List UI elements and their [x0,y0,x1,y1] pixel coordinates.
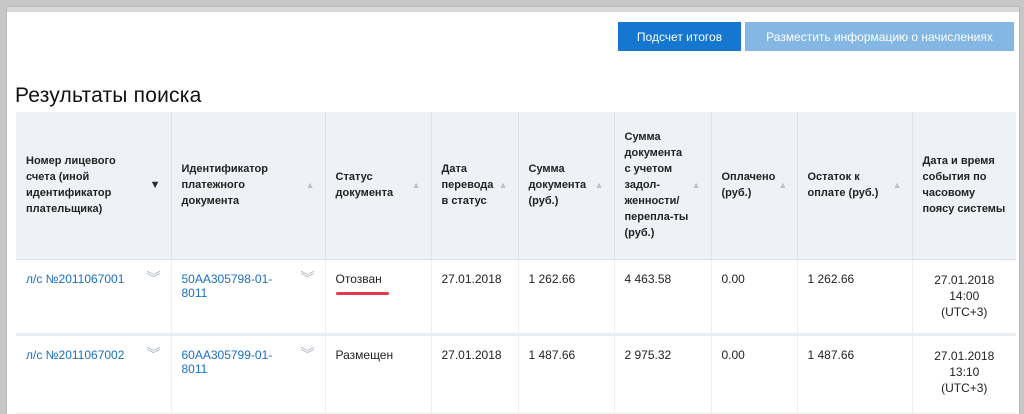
expand-double-chevron-icon[interactable]: ︾ [147,347,161,361]
highlight-underline [335,291,389,295]
column-header-amount-with-debt[interactable]: Сумма документа с учетом задол-женности/… [614,112,712,260]
publish-charges-button[interactable]: Разместить информацию о начислениях [745,22,1014,51]
column-header-label: Оплачено (руб.) [721,171,776,200]
table-row: л/с №2011067002 ︾ 60AA305799-01-8011 ︾ Р… [16,334,1016,414]
doc-id-link[interactable]: 50AA305798-01-8011 [182,272,297,300]
doc-id-link[interactable]: 60AA305799-01-8011 [182,348,297,376]
sort-asc-icon[interactable]: ▲ [893,177,902,193]
column-header-label: Дата и время события по часовому поясу с… [922,155,1006,216]
cell-status-date: 27.01.2018 [431,334,519,414]
event-date: 27.01.2018 [934,272,995,287]
event-time: 14:00 [949,288,980,303]
cell-status: Размещен [325,334,432,414]
status-text-wrap: Отозван [335,271,389,295]
cell-account: л/с №2011067002 ︾ [16,334,172,414]
sort-desc-icon[interactable]: ▼ [150,177,161,193]
cell-remaining: 1 487.66 [797,334,913,414]
calculate-totals-button[interactable]: Подсчет итогов [618,22,741,51]
account-link[interactable]: л/с №2011067002 [26,348,124,362]
cell-account: л/с №2011067001 ︾ [16,259,172,336]
sort-asc-icon[interactable]: ▲ [692,177,701,193]
column-header-event-date: Дата и время события по часовому поясу с… [912,112,1016,260]
cell-paid: 0.00 [711,334,798,414]
account-link[interactable]: л/с №2011067001 [26,272,124,286]
column-header-label: Сумма документа с учетом задол-женности/… [624,131,689,240]
sort-asc-icon[interactable]: ▲ [412,177,421,193]
column-header-label: Остаток к оплате (руб.) [807,171,879,200]
column-header-label: Дата перевода в статус [441,163,494,208]
cell-status-date: 27.01.2018 [431,259,519,336]
expand-double-chevron-icon[interactable]: ︾ [301,271,315,285]
column-header-label: Идентификатор платежного документа [181,163,269,208]
cell-doc-id: 60AA305799-01-8011 ︾ [171,334,326,414]
column-header-label: Статус документа [335,171,394,200]
cell-event-date: 27.01.2018 13:10 (UTC+3) [912,334,1016,414]
column-header-remaining[interactable]: Остаток к оплате (руб.) ▲ [797,112,913,260]
column-header-paid[interactable]: Оплачено (руб.) ▲ [711,112,798,260]
cell-event-date: 27.01.2018 14:00 (UTC+3) [912,259,1016,336]
event-date: 27.01.2018 [934,348,995,363]
cell-amount: 1 487.66 [518,334,615,414]
event-timezone: (UTC+3) [941,380,988,395]
column-header-label: Номер лицевого счета (иной идентификатор… [26,155,116,216]
cell-paid: 0.00 [711,259,798,336]
expand-double-chevron-icon[interactable]: ︾ [301,347,315,361]
event-time: 13:10 [949,364,980,379]
results-table-container: Номер лицевого счета (иной идентификатор… [16,112,1016,414]
status-text: Отозван [335,271,382,286]
app-frame: Подсчет итогов Разместить информацию о н… [7,7,1019,414]
results-table: Номер лицевого счета (иной идентификатор… [16,112,1016,414]
sort-asc-icon[interactable]: ▲ [595,177,604,193]
column-header-account[interactable]: Номер лицевого счета (иной идентификатор… [16,112,172,260]
cell-amount-with-debt: 4 463.58 [614,259,712,336]
sort-asc-icon[interactable]: ▲ [499,177,508,193]
cell-doc-id: 50AA305798-01-8011 ︾ [171,259,326,336]
column-header-amount[interactable]: Сумма документа (руб.) ▲ [518,112,615,260]
table-header-row: Номер лицевого счета (иной идентификатор… [16,112,1016,260]
frame-top-bar [7,7,1019,12]
cell-remaining: 1 262.66 [797,259,913,336]
cell-status: Отозван [325,259,432,336]
cell-amount: 1 262.66 [518,259,615,336]
cell-amount-with-debt: 2 975.32 [614,334,712,414]
page-title: Результаты поиска [15,84,202,107]
column-header-label: Сумма документа (руб.) [528,163,587,208]
sort-asc-icon[interactable]: ▲ [778,177,787,193]
status-text: Размещен [335,347,394,362]
table-row: л/с №2011067001 ︾ 50AA305798-01-8011 ︾ О… [16,259,1016,336]
column-header-doc-id[interactable]: Идентификатор платежного документа ▲ [171,112,326,260]
column-header-status-date[interactable]: Дата перевода в статус ▲ [431,112,519,260]
column-header-status[interactable]: Статус документа ▲ [325,112,432,260]
expand-double-chevron-icon[interactable]: ︾ [147,271,161,285]
event-timezone: (UTC+3) [941,304,988,319]
sort-asc-icon[interactable]: ▲ [306,177,315,193]
